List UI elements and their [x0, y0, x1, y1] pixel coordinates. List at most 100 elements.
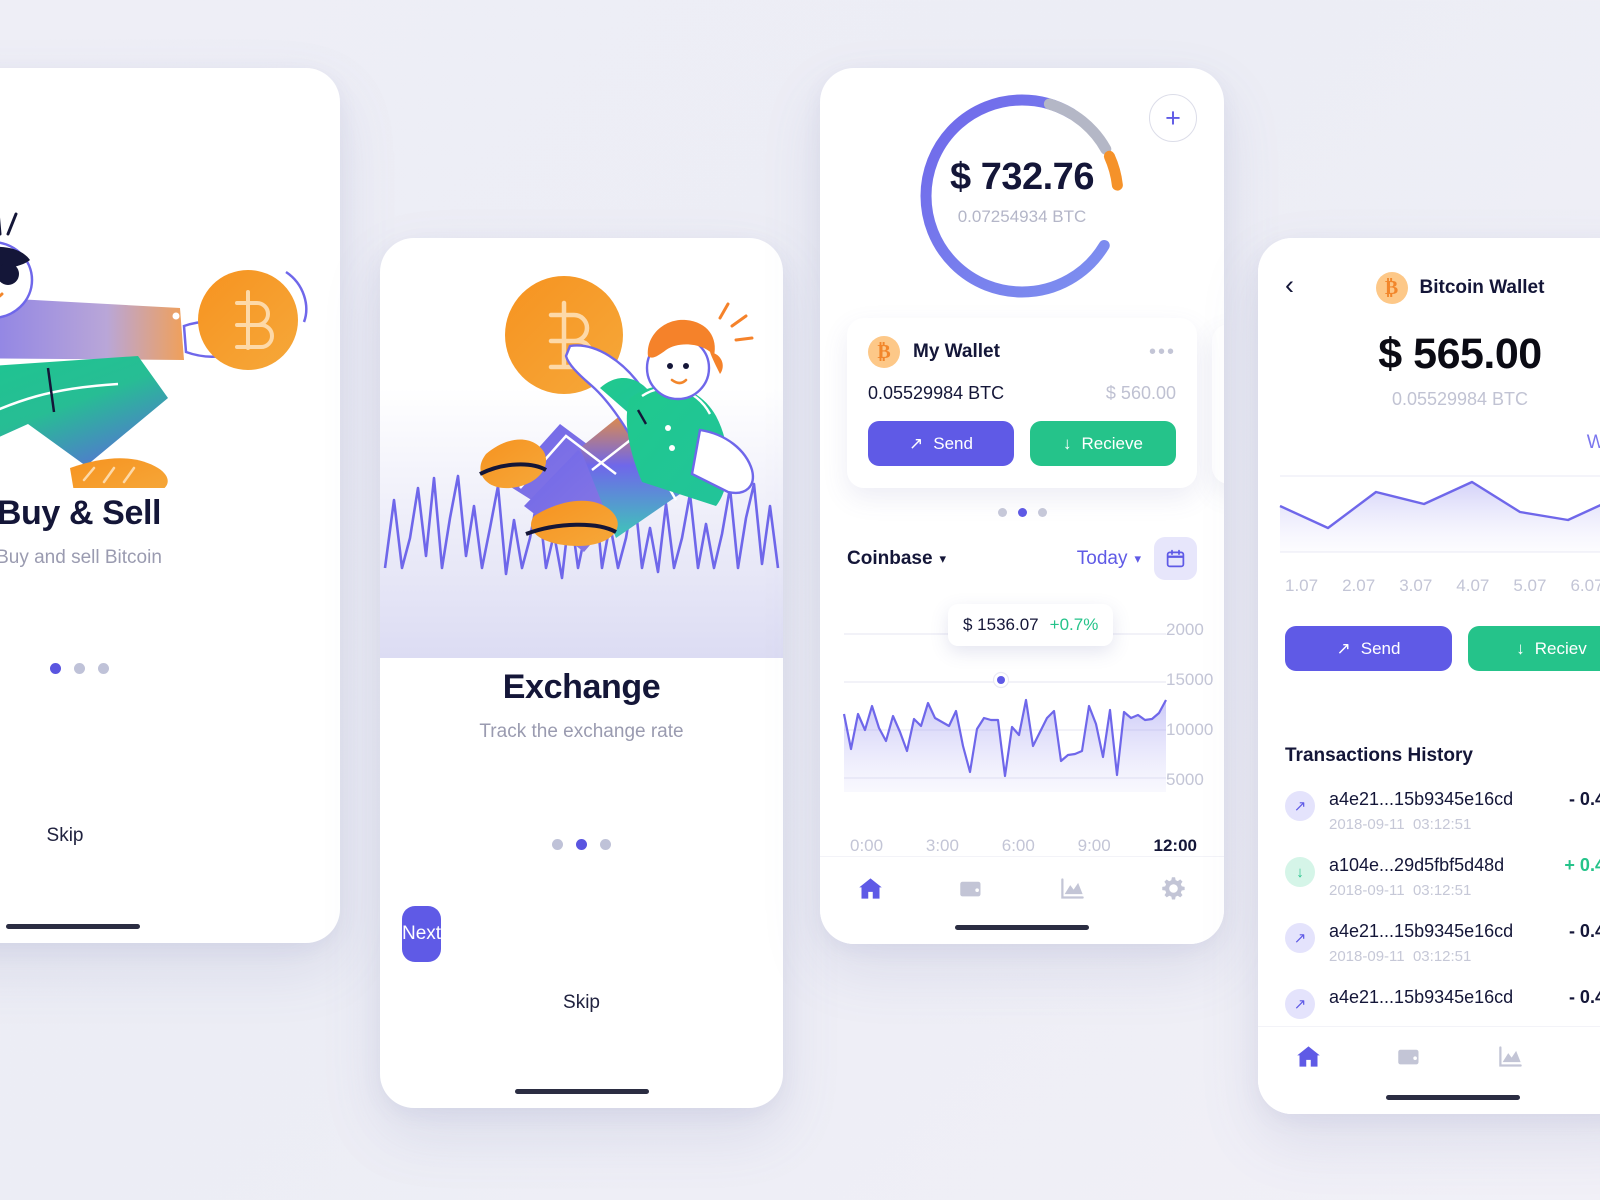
wallet-detail-title: Bitcoin Wallet: [1419, 277, 1545, 298]
pagination-dot-3[interactable]: [600, 839, 611, 850]
gear-icon: [1162, 877, 1185, 900]
pagination-dots: [0, 663, 340, 674]
tx-amount: + 0.4975: [1564, 855, 1600, 875]
nav-wallet[interactable]: [921, 875, 1022, 902]
page-subtitle: Buy and sell Bitcoin: [0, 547, 162, 568]
bitcoin-icon: ₿: [1375, 272, 1408, 304]
nav-home[interactable]: [820, 875, 921, 902]
nav-wallet[interactable]: [1359, 1043, 1460, 1070]
carousel-dot-2[interactable]: [1017, 508, 1027, 517]
bitcoin-icon: ₿: [868, 336, 900, 368]
week-x-axis-labels: 1.07 2.07 3.07 4.07 5.07 6.07: [1258, 576, 1600, 596]
week-chart: 1.07 2.07 3.07 4.07 5.07 6.07 ↗ Send ↓ R…: [1258, 454, 1600, 701]
send-button[interactable]: ↗ Send: [868, 421, 1014, 466]
receive-button[interactable]: ↓ Recieve: [1030, 421, 1176, 466]
receive-label: Reciev: [1534, 638, 1587, 658]
x-axis-labels: 0:00 3:00 6:00 9:00 12:00: [820, 836, 1224, 856]
carousel-dot-1[interactable]: [997, 508, 1007, 517]
wallet-card-carousel: ₿ My Wallet ••• 0.05529984 BTC $ 560.00 …: [820, 318, 1224, 498]
tx-hash: a4e21...15b9345e16cd: [1329, 921, 1514, 941]
chart-tooltip: $ 1536.07 +0.7%: [948, 604, 1114, 646]
skip-button[interactable]: Skip: [0, 825, 312, 847]
add-wallet-button[interactable]: +: [1149, 94, 1197, 142]
price-chart-svg: [842, 633, 1167, 792]
wallet-card-peek[interactable]: [1212, 324, 1224, 484]
send-label: Send: [1360, 638, 1401, 658]
nav-settings[interactable]: [1123, 875, 1224, 902]
tx-amount: - 0.4975: [1568, 789, 1600, 809]
period-selector[interactable]: Week: [1285, 432, 1600, 454]
pagination-dot-3[interactable]: [97, 663, 109, 674]
total-balance-btc: 0.07254934 BTC: [957, 207, 1087, 226]
pagination-dot-2[interactable]: [576, 839, 587, 850]
buy-sell-illustration: [0, 68, 340, 494]
home-icon: [1297, 1046, 1320, 1067]
pagination-dot-1[interactable]: [552, 839, 563, 850]
arrow-up-right-icon: ↗: [1336, 638, 1351, 658]
onboarding-screen-1: Buy & Sell Buy and sell Bitcoin Next Ski…: [0, 68, 340, 943]
table-row[interactable]: ↓ a104e...29d5fbf5d48d 2018-09-11 03:12:…: [1285, 855, 1600, 899]
wallet-detail-header: ‹ ₿ Bitcoin Wallet $ 565.00 0.05529984 B…: [1258, 238, 1600, 454]
receive-button[interactable]: ↓ Reciev: [1468, 626, 1600, 671]
skip-button[interactable]: Skip: [402, 992, 761, 1014]
balance-text-group: $ 732.76 0.07254934 BTC: [820, 156, 1224, 227]
send-label: Send: [933, 433, 973, 453]
x-tick-4: 12:00: [1153, 836, 1197, 855]
x-tick-1: 2.07: [1342, 576, 1376, 595]
back-button[interactable]: ‹: [1285, 272, 1294, 299]
home-indicator: [6, 924, 140, 929]
nav-chart[interactable]: [1022, 875, 1123, 902]
y-tick-3: 5000: [1166, 770, 1204, 789]
pagination-dot-1[interactable]: [49, 663, 61, 674]
x-tick-3: 9:00: [1077, 836, 1111, 855]
carousel-dot-3[interactable]: [1037, 508, 1047, 517]
tx-timestamp: 2018-09-11 03:12:51: [1329, 882, 1472, 899]
range-selector[interactable]: Today: [1077, 548, 1128, 570]
pagination-dot-2[interactable]: [73, 663, 85, 674]
home-indicator: [1386, 1095, 1520, 1100]
exchange-illustration: [380, 238, 783, 658]
nav-chart[interactable]: [1460, 1043, 1561, 1070]
table-row[interactable]: ↗ a4e21...15b9345e16cd - 0.4975: [1285, 987, 1600, 1019]
more-options-icon[interactable]: •••: [1149, 342, 1176, 362]
home-icon: [859, 878, 882, 899]
table-row[interactable]: ↗ a4e21...15b9345e16cd 2018-09-11 03:12:…: [1285, 921, 1600, 965]
tx-hash: a4e21...15b9345e16cd: [1329, 789, 1514, 809]
table-row[interactable]: ↗ a4e21...15b9345e16cd 2018-09-11 03:12:…: [1285, 789, 1600, 833]
receive-label: Recieve: [1081, 433, 1143, 453]
x-tick-0: 1.07: [1285, 576, 1319, 595]
bottom-nav: [1258, 1026, 1600, 1114]
week-chart-svg: [1279, 475, 1600, 553]
wallet-icon: [1398, 1049, 1419, 1065]
chart-icon: [1061, 878, 1084, 899]
chevron-down-icon[interactable]: ▾: [940, 551, 947, 567]
wallet-icon: [960, 881, 981, 897]
screens-canvas: Buy & Sell Buy and sell Bitcoin Next Ski…: [0, 0, 1600, 1200]
onboarding-screen-2: Exchange Track the exchange rate Next Sk…: [380, 238, 783, 1108]
exchange-selector[interactable]: Coinbase: [847, 548, 933, 570]
bottom-nav: [820, 856, 1224, 944]
x-tick-3: 4.07: [1456, 576, 1490, 595]
x-tick-0: 0:00: [850, 836, 884, 855]
x-tick-2: 3.07: [1399, 576, 1433, 595]
arrow-up-right-icon: ↗: [909, 433, 924, 453]
nav-home[interactable]: [1258, 1043, 1359, 1070]
carousel-dots: [820, 508, 1224, 517]
home-indicator: [514, 1089, 649, 1094]
history-title: Transactions History: [1285, 745, 1473, 766]
send-button[interactable]: ↗ Send: [1285, 626, 1452, 671]
arrow-up-right-icon: ↗: [1285, 791, 1315, 821]
arrow-down-icon: ↓: [1285, 857, 1315, 887]
wallet-card[interactable]: ₿ My Wallet ••• 0.05529984 BTC $ 560.00 …: [847, 318, 1197, 488]
calendar-button[interactable]: [1154, 537, 1197, 580]
tooltip-price: $ 1536.07: [963, 615, 1039, 634]
price-chart: $ 1536.07 +0.7% 2000 15000 10000 5000: [820, 592, 1224, 830]
chevron-down-icon-range[interactable]: ▾: [1134, 551, 1141, 567]
tx-hash: a104e...29d5fbf5d48d: [1329, 855, 1505, 875]
tx-timestamp: 2018-09-11 03:12:51: [1329, 816, 1472, 833]
arrow-down-icon: ↓: [1516, 638, 1525, 658]
calendar-icon: [1166, 549, 1185, 568]
wallet-dashboard-screen: + $ 732.76 0.07254934 BTC ₿ My Wallet ••…: [820, 68, 1224, 944]
next-button[interactable]: Next: [402, 906, 442, 962]
balance-ring: + $ 732.76 0.07254934 BTC: [820, 68, 1224, 316]
